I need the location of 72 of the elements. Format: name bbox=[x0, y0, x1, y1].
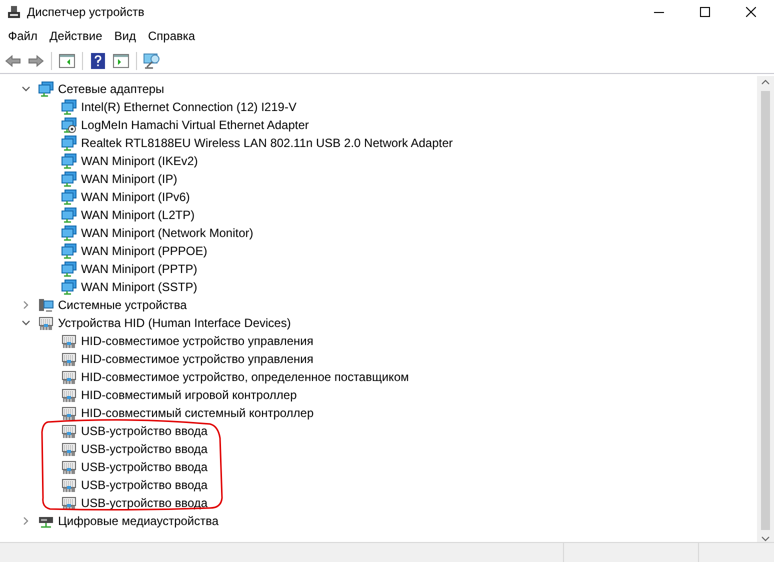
category-label[interactable]: Цифровые медиаустройства bbox=[58, 512, 219, 530]
keyboard-icon bbox=[61, 387, 77, 403]
device-label[interactable]: USB-устройство ввода bbox=[81, 422, 208, 440]
keyboard-icon bbox=[61, 441, 77, 457]
keyboard-icon bbox=[61, 405, 77, 421]
back-arrow-icon bbox=[5, 54, 21, 66]
device-label[interactable]: Intel(R) Ethernet Connection (12) I219-V bbox=[81, 98, 296, 116]
network-icon bbox=[61, 243, 77, 259]
monitor-search-icon bbox=[143, 52, 161, 68]
keyboard-icon bbox=[61, 369, 77, 385]
collapse-chevron-icon[interactable] bbox=[22, 85, 30, 93]
device-label[interactable]: HID-совместимое устройство, определенное поставщиком bbox=[81, 368, 409, 386]
forward-arrow-icon bbox=[28, 54, 44, 66]
device-label[interactable]: WAN Miniport (IP) bbox=[81, 170, 178, 188]
network-icon bbox=[61, 261, 77, 277]
keyboard-icon bbox=[38, 315, 54, 331]
device-label[interactable]: WAN Miniport (PPTP) bbox=[81, 260, 198, 278]
keyboard-icon bbox=[61, 423, 77, 439]
network-icon bbox=[61, 189, 77, 205]
device-label[interactable]: USB-устройство ввода bbox=[81, 458, 208, 476]
device-label[interactable]: WAN Miniport (IKEv2) bbox=[81, 152, 198, 170]
close-icon bbox=[746, 7, 756, 17]
device-label[interactable]: WAN Miniport (Network Monitor) bbox=[81, 224, 254, 242]
window-pane-icon bbox=[113, 54, 129, 68]
device-manager-icon bbox=[7, 5, 21, 19]
computer-icon bbox=[38, 297, 54, 313]
device-label[interactable]: HID-совместимое устройство управления bbox=[81, 350, 314, 368]
keyboard-icon bbox=[61, 459, 77, 475]
scroll-down-icon bbox=[761, 536, 770, 542]
device-label[interactable]: HID-совместимый игровой контроллер bbox=[81, 386, 297, 404]
device-label[interactable]: WAN Miniport (IPv6) bbox=[81, 188, 190, 206]
network-icon bbox=[61, 135, 77, 151]
keyboard-icon bbox=[61, 495, 77, 511]
category-label[interactable]: Устройства HID (Human Interface Devices) bbox=[58, 314, 291, 332]
network-icon bbox=[61, 171, 77, 187]
device-label[interactable]: USB-устройство ввода bbox=[81, 494, 208, 512]
device-label[interactable]: LogMeIn Hamachi Virtual Ethernet Adapter bbox=[81, 116, 309, 134]
network-icon bbox=[61, 117, 77, 133]
maximize-icon bbox=[700, 7, 710, 17]
device-label[interactable]: WAN Miniport (SSTP) bbox=[81, 278, 198, 296]
scan-hardware-button[interactable] bbox=[142, 50, 162, 70]
help-button[interactable] bbox=[88, 50, 108, 70]
menu-item[interactable]: Файл bbox=[2, 26, 44, 46]
device-label[interactable]: WAN Miniport (PPPOE) bbox=[81, 242, 208, 260]
scrollbar-thumb[interactable] bbox=[761, 91, 770, 530]
device-label[interactable]: Realtek RTL8188EU Wireless LAN 802.11n USB 2.0 Network Adapter bbox=[81, 134, 453, 152]
menu-item[interactable]: Действие bbox=[44, 26, 108, 46]
help-icon bbox=[91, 52, 105, 68]
window-pane-icon bbox=[59, 54, 75, 68]
keyboard-icon bbox=[61, 477, 77, 493]
network-icon bbox=[61, 153, 77, 169]
collapse-chevron-icon[interactable] bbox=[22, 319, 30, 327]
keyboard-icon bbox=[61, 333, 77, 349]
device-label[interactable]: USB-устройство ввода bbox=[81, 440, 208, 458]
scroll-up-icon bbox=[761, 79, 770, 85]
network-icon bbox=[61, 225, 77, 241]
expand-chevron-icon[interactable] bbox=[22, 517, 30, 525]
category-label[interactable]: Системные устройства bbox=[58, 296, 187, 314]
menu-item[interactable]: Справка bbox=[142, 26, 202, 46]
device-label[interactable]: HID-совместимый системный контроллер bbox=[81, 404, 314, 422]
expand-chevron-icon[interactable] bbox=[22, 301, 30, 309]
device-label[interactable]: HID-совместимое устройство управления bbox=[81, 332, 314, 350]
menu-item[interactable]: Вид bbox=[108, 26, 142, 46]
network-icon bbox=[61, 207, 77, 223]
window-title: Диспетчер устройств bbox=[27, 4, 144, 21]
network-icon bbox=[61, 99, 77, 115]
keyboard-icon bbox=[61, 351, 77, 367]
network-icon bbox=[61, 279, 77, 295]
network-icon bbox=[38, 81, 54, 97]
device-label[interactable]: USB-устройство ввода bbox=[81, 476, 208, 494]
category-label[interactable]: Сетевые адаптеры bbox=[58, 80, 164, 98]
device-label[interactable]: WAN Miniport (L2TP) bbox=[81, 206, 195, 224]
